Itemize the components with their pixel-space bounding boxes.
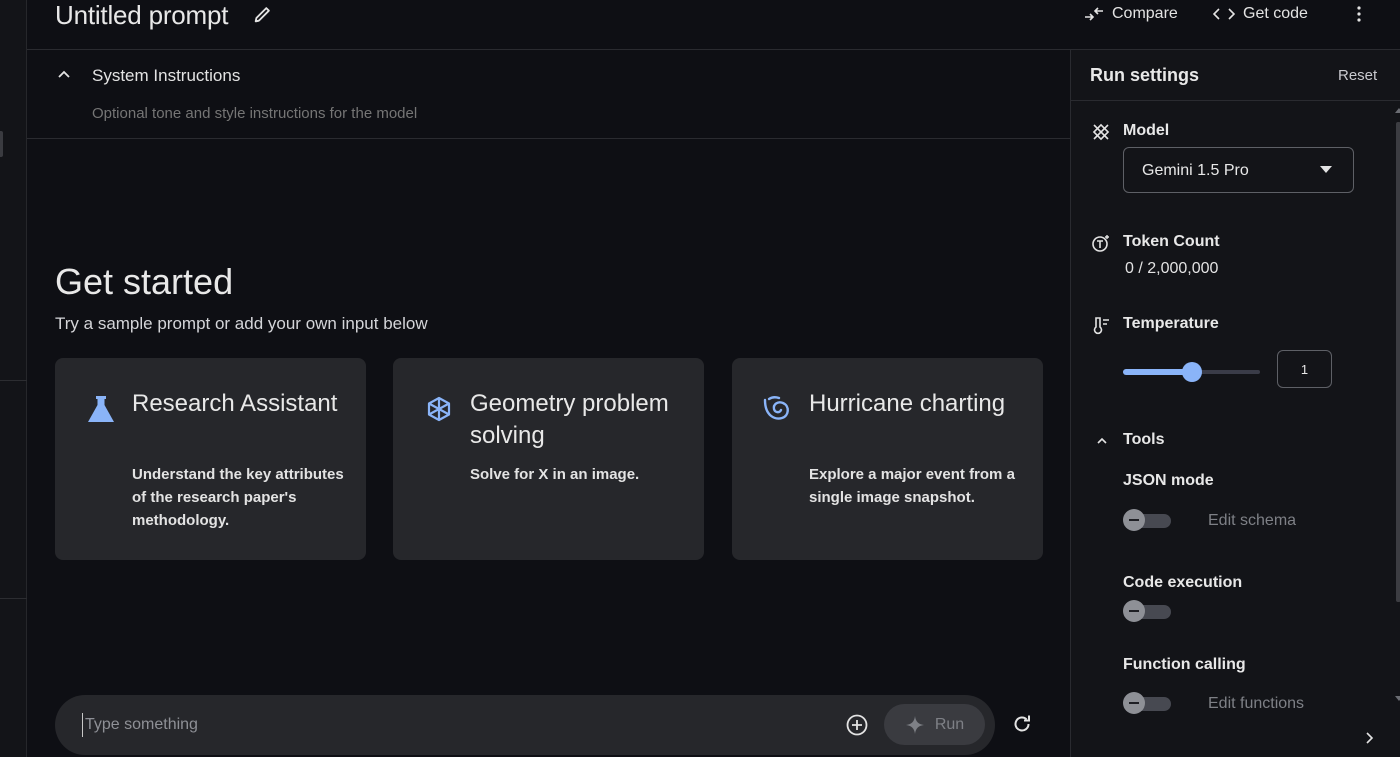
- rail-active-marker[interactable]: [0, 131, 3, 157]
- reset-conversation-button[interactable]: [1010, 712, 1034, 736]
- more-vert-icon: [1357, 6, 1361, 22]
- card-title: Geometry problem solving: [470, 390, 669, 449]
- get-code-label: Get code: [1243, 5, 1308, 22]
- function-calling-toggle[interactable]: [1123, 692, 1171, 714]
- card-title: Hurricane charting: [809, 390, 1006, 417]
- token-count-value: 0 / 2,000,000: [1125, 260, 1219, 277]
- reset-button[interactable]: Reset: [1338, 67, 1377, 84]
- rail-divider: [0, 380, 27, 381]
- cube-icon: [427, 396, 451, 422]
- edit-title-button[interactable]: [252, 3, 274, 25]
- compare-icon: [1085, 7, 1103, 21]
- sparkle-icon: [905, 715, 924, 734]
- temperature-input[interactable]: [1277, 350, 1332, 388]
- json-mode-toggle[interactable]: [1123, 509, 1171, 531]
- sample-card-research-assistant[interactable]: Research Assistant Understand the key at…: [55, 358, 366, 560]
- add-circle-icon: [846, 714, 868, 736]
- temperature-label: Temperature: [1123, 315, 1219, 332]
- run-button[interactable]: Run: [884, 704, 985, 745]
- refresh-icon: [1014, 715, 1030, 732]
- card-title: Research Assistant: [132, 390, 338, 417]
- chevron-up-icon: [58, 70, 70, 78]
- page-title: Untitled prompt: [55, 0, 229, 30]
- compare-button[interactable]: Compare: [1084, 4, 1178, 24]
- flask-icon: [88, 396, 114, 422]
- get-code-button[interactable]: Get code: [1213, 4, 1308, 24]
- code-icon: [1213, 8, 1235, 20]
- scroll-down-arrow[interactable]: [1395, 696, 1400, 701]
- chevron-up-icon[interactable]: [1095, 434, 1109, 448]
- json-mode-label: JSON mode: [1123, 472, 1214, 489]
- run-settings-header: Run settings Reset: [1071, 50, 1400, 101]
- panel-scrollbar[interactable]: [1396, 122, 1400, 602]
- prompt-input[interactable]: [82, 713, 822, 737]
- model-label: Model: [1123, 122, 1170, 139]
- system-instructions-section: System Instructions: [27, 50, 1070, 139]
- compare-label: Compare: [1112, 5, 1178, 22]
- hurricane-icon: [763, 396, 789, 420]
- card-description: Explore a major event from a single imag…: [809, 466, 1015, 506]
- edit-schema-link[interactable]: Edit schema: [1208, 512, 1296, 530]
- thermometer-icon: [1093, 317, 1109, 335]
- system-instructions-title: System Instructions: [92, 66, 241, 85]
- get-started-heading: Get started: [55, 261, 234, 302]
- left-rail: [0, 0, 27, 757]
- get-started-subtitle: Try a sample prompt or add your own inpu…: [55, 314, 428, 333]
- slider-thumb[interactable]: [1181, 362, 1202, 382]
- rail-divider: [0, 598, 27, 599]
- prompt-bar: Run: [55, 695, 995, 755]
- top-header: Untitled prompt Compare Get code: [27, 0, 1400, 50]
- temperature-slider[interactable]: [1123, 360, 1260, 384]
- code-execution-label: Code execution: [1123, 574, 1243, 591]
- token-icon: [1092, 235, 1109, 252]
- run-settings-title: Run settings: [1090, 65, 1200, 85]
- pencil-icon: [254, 7, 270, 23]
- function-calling-label: Function calling: [1123, 656, 1246, 673]
- run-label: Run: [934, 715, 965, 733]
- sample-card-hurricane[interactable]: Hurricane charting Explore a major event…: [732, 358, 1043, 560]
- model-select-value: Gemini 1.5 Pro: [1142, 162, 1249, 179]
- code-execution-toggle[interactable]: [1123, 600, 1171, 622]
- chevron-right-icon[interactable]: [1361, 730, 1377, 746]
- system-instructions-input[interactable]: [92, 105, 992, 122]
- dropdown-arrow-icon: [1320, 166, 1332, 173]
- card-description: Understand the key attributes of the res…: [132, 466, 344, 529]
- card-description: Solve for X in an image.: [470, 466, 640, 483]
- system-instructions-toggle[interactable]: [55, 66, 73, 84]
- more-options-button[interactable]: [1347, 2, 1371, 26]
- add-media-button[interactable]: [845, 713, 869, 737]
- scroll-up-arrow[interactable]: [1395, 108, 1400, 113]
- token-count-label: Token Count: [1123, 233, 1220, 250]
- edit-functions-link[interactable]: Edit functions: [1208, 695, 1304, 713]
- model-icon: [1092, 123, 1110, 141]
- run-settings-panel: Run settings Reset Model Gemini 1.5 Pro …: [1070, 50, 1400, 757]
- model-select[interactable]: Gemini 1.5 Pro: [1123, 147, 1354, 193]
- tools-label: Tools: [1123, 431, 1165, 448]
- sample-card-geometry[interactable]: Geometry problem solving Solve for X in …: [393, 358, 704, 560]
